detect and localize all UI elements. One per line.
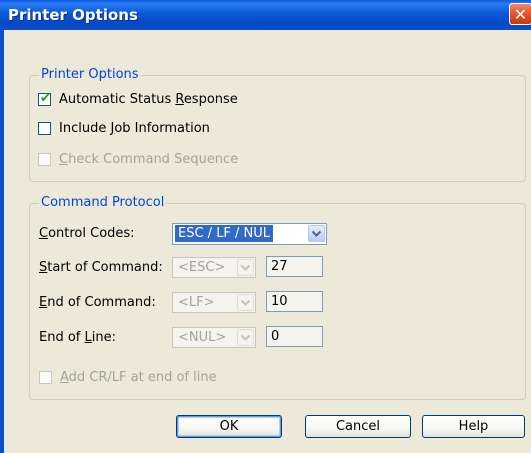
end-of-command-label: End of Command: bbox=[39, 295, 156, 310]
start-of-command-value: <ESC> bbox=[178, 260, 226, 275]
checkbox-label: Check Command Sequence bbox=[59, 152, 239, 167]
command-protocol-legend: Command Protocol bbox=[39, 195, 167, 210]
end-of-line-label: End of Line: bbox=[39, 330, 116, 345]
checkbox-box bbox=[38, 153, 51, 166]
printer-options-legend: Printer Options bbox=[39, 67, 141, 82]
checkbox-label: Automatic Status Response bbox=[59, 92, 238, 107]
start-of-command-select: <ESC> bbox=[172, 257, 256, 278]
close-icon: ✕ bbox=[513, 5, 528, 24]
ok-button[interactable]: OK bbox=[176, 415, 282, 438]
checkbox-box bbox=[39, 371, 52, 384]
chevron-down-icon[interactable] bbox=[308, 225, 325, 242]
help-button[interactable]: Help bbox=[422, 415, 525, 438]
end-of-line-select: <NUL> bbox=[172, 327, 256, 348]
checkbox-box[interactable]: ✔ bbox=[38, 91, 51, 106]
start-of-command-field[interactable]: 27 bbox=[266, 256, 323, 277]
window-border bbox=[0, 30, 4, 453]
control-codes-value: ESC / LF / NUL bbox=[175, 225, 274, 242]
start-of-command-label: Start of Command: bbox=[39, 260, 163, 275]
checkbox-box[interactable] bbox=[38, 122, 51, 135]
control-codes-select[interactable]: ESC / LF / NUL bbox=[172, 223, 327, 245]
end-of-command-select: <LF> bbox=[172, 292, 256, 313]
end-of-command-value: <LF> bbox=[178, 295, 215, 310]
chevron-down-icon bbox=[237, 259, 254, 276]
end-of-command-field[interactable]: 10 bbox=[266, 291, 323, 312]
end-of-line-value: <NUL> bbox=[178, 330, 227, 345]
checkbox-label: Add CR/LF at end of line bbox=[60, 370, 217, 385]
checkmark-icon: ✔ bbox=[40, 91, 51, 106]
end-of-line-field[interactable]: 0 bbox=[266, 326, 323, 347]
close-button[interactable]: ✕ bbox=[509, 3, 531, 25]
title-bar[interactable]: Printer Options ✕ bbox=[0, 0, 531, 30]
chevron-down-icon bbox=[237, 294, 254, 311]
checkbox-label: Include Job Information bbox=[59, 121, 210, 136]
control-codes-label: Control Codes: bbox=[39, 226, 135, 241]
cancel-button[interactable]: Cancel bbox=[305, 415, 411, 438]
window-title: Printer Options bbox=[8, 6, 138, 24]
chevron-down-icon bbox=[237, 329, 254, 346]
